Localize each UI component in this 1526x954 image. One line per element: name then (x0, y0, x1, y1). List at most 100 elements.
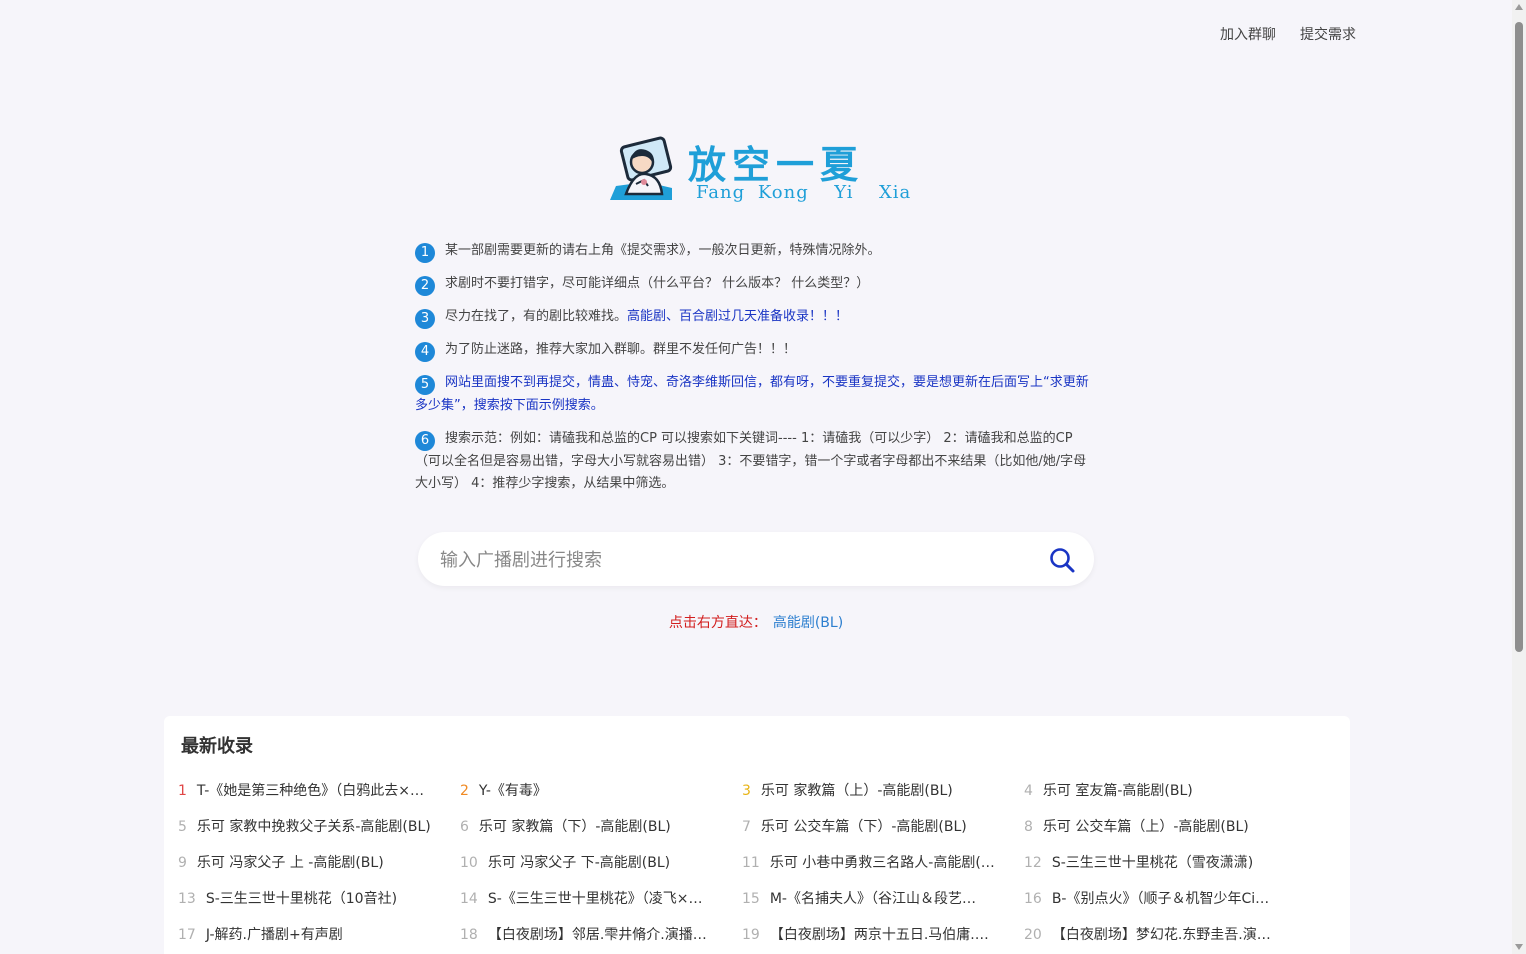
logo-girl-illustration (610, 136, 673, 200)
latest-list-item[interactable]: 10 乐可 冯家父子 下-高能剧(BL) (460, 852, 742, 874)
latest-item-rank: 11 (742, 855, 760, 871)
latest-item-rank: 13 (178, 891, 196, 907)
latest-item-title: 乐可 冯家父子 下-高能剧(BL) (487, 855, 671, 871)
latest-list-item[interactable]: 5 乐可 家教中挽救父子关系-高能剧(BL) (178, 816, 460, 838)
scroll-up-icon[interactable] (1515, 4, 1523, 10)
latest-item-rank: 19 (742, 927, 760, 943)
notice-text: 高能剧、百合剧过几天准备收录！！！ (627, 309, 849, 324)
latest-item-title: 乐可 公交车篇（下）-高能剧(BL) (760, 819, 967, 835)
page: 加入群聊 提交需求 放空一夏 Fang Kong Yi Xia 1 某一部剧需要更… (0, 0, 1526, 954)
latest-list-item[interactable]: 17 J-解药.广播剧+有声剧 (178, 924, 460, 946)
latest-list-item[interactable]: 19 【白夜剧场】两京十五日.马伯庸.… (742, 924, 1024, 946)
latest-list-item[interactable]: 1 T-《她是第三种绝色》（白鸦此去×… (178, 780, 460, 802)
latest-item-title: 【白夜剧场】梦幻花.东野圭吾.演… (1051, 927, 1271, 943)
latest-title: 最新收录 (181, 736, 253, 757)
logo-title: 放空一夏 (688, 142, 865, 187)
latest-item-title: S-三生三世十里桃花（雪夜潇潇) (1051, 855, 1254, 871)
latest-list-item[interactable]: 13 S-三生三世十里桃花（10音社) (178, 888, 460, 910)
latest-item-title: J-解药.广播剧+有声剧 (205, 927, 343, 943)
latest-item-rank: 2 (460, 783, 469, 799)
latest-item-title: 【白夜剧场】邻居.雫井脩介.演播… (487, 927, 707, 943)
latest-list-item[interactable]: 2 Y-《有毒》 (460, 780, 742, 802)
search-bar (418, 532, 1094, 586)
latest-item-title: 乐可 冯家父子 上 -高能剧(BL) (196, 855, 384, 871)
latest-list-item[interactable]: 9 乐可 冯家父子 上 -高能剧(BL) (178, 852, 460, 874)
latest-item-title: 乐可 家教中挽救父子关系-高能剧(BL) (196, 819, 431, 835)
notice-number-badge: 6 (415, 430, 435, 451)
page-scrollbar[interactable] (1512, 0, 1526, 954)
latest-list-item[interactable]: 6 乐可 家教篇（下）-高能剧(BL) (460, 816, 742, 838)
latest-list-item[interactable]: 11 乐可 小巷中勇救三名路人-高能剧(… (742, 852, 1024, 874)
latest-list-item[interactable]: 18 【白夜剧场】邻居.雫井脩介.演播… (460, 924, 742, 946)
latest-item-title: 【白夜剧场】两京十五日.马伯庸.… (769, 927, 989, 943)
latest-item-title: 乐可 家教篇（上）-高能剧(BL) (760, 783, 953, 799)
latest-list-item[interactable]: 16 B-《别点火》（顺子＆机智少年Ci… (1024, 888, 1306, 910)
notice-item: 5 网站里面搜不到再提交，情蛊、恃宠、奇洛李维斯回信，都有呀，不要重复提交，要是想… (415, 372, 1097, 418)
latest-item-rank: 17 (178, 927, 196, 943)
latest-panel: 最新收录 1 T-《她是第三种绝色》（白鸦此去×… 2 Y-《有毒》 3 乐可 家教篇（上… (164, 716, 1350, 954)
notice-number-badge: 1 (415, 243, 435, 263)
latest-list: 1 T-《她是第三种绝色》（白鸦此去×… 2 Y-《有毒》 3 乐可 家教篇（上）-高能剧… (178, 780, 1306, 946)
join-group-link[interactable]: 加入群聊 (1220, 24, 1276, 44)
latest-item-title: S-《三生三世十里桃花》（凌飞×… (487, 891, 703, 907)
latest-list-item[interactable]: 4 乐可 室友篇-高能剧(BL) (1024, 780, 1306, 802)
notice-text: 为了防止迷路，推荐大家加入群聊。群里不发任何广告！！！ (445, 342, 797, 357)
latest-item-rank: 8 (1024, 819, 1033, 835)
latest-list-item[interactable]: 8 乐可 公交车篇（上）-高能剧(BL) (1024, 816, 1306, 838)
latest-item-title: S-三生三世十里桃花（10音社) (205, 891, 398, 907)
submit-request-link[interactable]: 提交需求 (1300, 24, 1356, 44)
notice-item: 1 某一部剧需要更新的请右上角《提交需求》，一般次日更新，特殊情况除外。 (415, 240, 1097, 263)
latest-item-rank: 9 (178, 855, 187, 871)
top-nav: 加入群聊 提交需求 (1220, 24, 1356, 44)
notice-text: 搜索示范：例如：请磕我和总监的CP 可以搜索如下关键词---- 1：请磕我（可以… (415, 430, 1087, 492)
direct-category-link[interactable]: 高能剧(BL) (773, 615, 843, 631)
latest-item-rank: 16 (1024, 891, 1042, 907)
latest-item-rank: 3 (742, 783, 751, 799)
notice-text: 网站里面搜不到再提交，情蛊、恃宠、奇洛李维斯回信，都有呀，不要重复提交，要是想更… (415, 375, 1089, 413)
latest-item-rank: 15 (742, 891, 760, 907)
notice-item: 3 尽力在找了，有的剧比较难找。高能剧、百合剧过几天准备收录！！！ (415, 306, 1097, 329)
notice-item: 4 为了防止迷路，推荐大家加入群聊。群里不发任何广告！！！ (415, 339, 1097, 362)
latest-item-rank: 10 (460, 855, 478, 871)
latest-item-rank: 18 (460, 927, 478, 943)
latest-item-rank: 5 (178, 819, 187, 835)
latest-item-title: B-《别点火》（顺子＆机智少年Ci… (1051, 891, 1270, 907)
notice-text: 尽力在找了，有的剧比较难找。 (445, 309, 628, 324)
latest-item-rank: 14 (460, 891, 478, 907)
notice-item: 6 搜索示范：例如：请磕我和总监的CP 可以搜索如下关键词---- 1：请磕我（可… (415, 428, 1097, 496)
scroll-down-icon[interactable] (1515, 944, 1523, 950)
notice-number-badge: 4 (415, 342, 435, 362)
latest-item-title: 乐可 公交车篇（上）-高能剧(BL) (1042, 819, 1249, 835)
latest-item-title: M-《名捕夫人》（谷江山＆段艺… (769, 891, 976, 907)
latest-item-rank: 6 (460, 819, 469, 835)
latest-item-title: 乐可 小巷中勇救三名路人-高能剧(… (769, 855, 995, 871)
latest-item-title: 乐可 室友篇-高能剧(BL) (1042, 783, 1193, 799)
direct-link-row: 点击右方直达： 高能剧(BL) (0, 612, 1512, 632)
search-input[interactable] (438, 544, 1022, 576)
notice-number-badge: 2 (415, 276, 435, 296)
notice-list: 1 某一部剧需要更新的请右上角《提交需求》，一般次日更新，特殊情况除外。 2 求剧时不… (415, 240, 1097, 506)
direct-label: 点击右方直达： (668, 615, 767, 631)
latest-list-item[interactable]: 7 乐可 公交车篇（下）-高能剧(BL) (742, 816, 1024, 838)
notice-item: 2 求剧时不要打错字，尽可能详细点（什么平台？ 什么版本？ 什么类型？） (415, 273, 1097, 296)
search-icon[interactable] (1048, 546, 1076, 574)
notice-number-badge: 5 (415, 375, 435, 395)
latest-list-item[interactable]: 15 M-《名捕夫人》（谷江山＆段艺… (742, 888, 1024, 910)
latest-list-item[interactable]: 14 S-《三生三世十里桃花》（凌飞×… (460, 888, 742, 910)
latest-list-item[interactable]: 3 乐可 家教篇（上）-高能剧(BL) (742, 780, 1024, 802)
latest-list-item[interactable]: 20 【白夜剧场】梦幻花.东野圭吾.演… (1024, 924, 1306, 946)
latest-item-rank: 1 (178, 783, 187, 799)
logo-pinyin: Fang Kong Yi Xia (696, 182, 912, 203)
latest-item-title: T-《她是第三种绝色》（白鸦此去×… (196, 783, 424, 799)
latest-list-item[interactable]: 12 S-三生三世十里桃花（雪夜潇潇) (1024, 852, 1306, 874)
notice-text: 某一部剧需要更新的请右上角《提交需求》，一般次日更新，特殊情况除外。 (445, 243, 881, 258)
latest-item-rank: 4 (1024, 783, 1033, 799)
scrollbar-thumb[interactable] (1515, 22, 1523, 652)
latest-item-rank: 20 (1024, 927, 1042, 943)
site-logo[interactable]: 放空一夏 Fang Kong Yi Xia (606, 136, 910, 206)
notice-number-badge: 3 (415, 309, 435, 329)
notice-text: 求剧时不要打错字，尽可能详细点（什么平台？ 什么版本？ 什么类型？） (445, 276, 870, 291)
latest-item-title: Y-《有毒》 (478, 783, 547, 799)
latest-item-rank: 7 (742, 819, 751, 835)
latest-item-rank: 12 (1024, 855, 1042, 871)
